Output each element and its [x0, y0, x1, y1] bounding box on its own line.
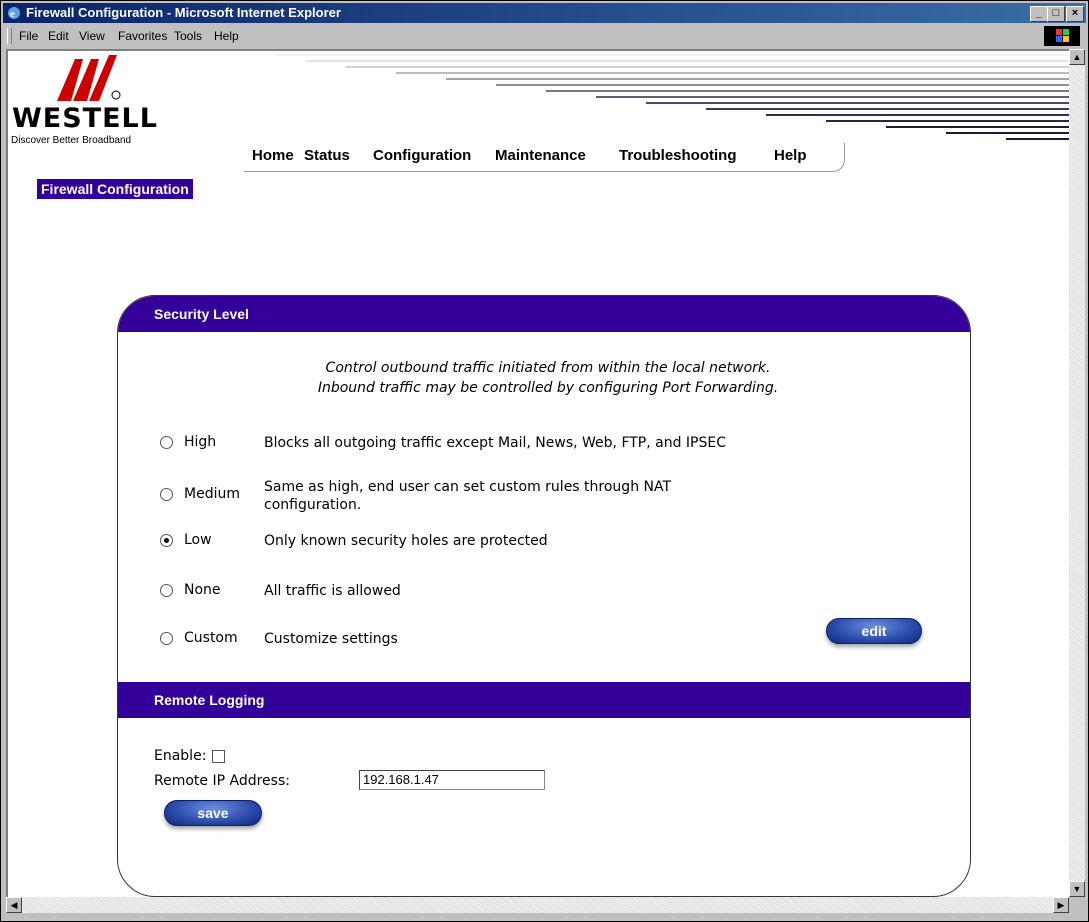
westell-logo-icon: [57, 55, 121, 101]
option-label-medium: Medium: [184, 486, 240, 502]
menu-file[interactable]: File: [19, 29, 38, 43]
intro-line-2: Inbound traffic may be controlled by con…: [317, 380, 779, 396]
security-intro: Control outbound traffic initiated from …: [168, 358, 928, 398]
scroll-up-arrow-icon[interactable]: ▲: [1069, 49, 1085, 65]
svg-text:e: e: [10, 8, 15, 20]
nav-configuration[interactable]: Configuration: [373, 147, 471, 164]
option-desc-low: Only known security holes are protected: [264, 533, 548, 549]
remote-logging-header: Remote Logging: [118, 682, 970, 718]
menu-view[interactable]: View: [79, 29, 105, 43]
option-label-low: Low: [184, 532, 212, 548]
radio-medium[interactable]: [160, 488, 173, 501]
radio-low[interactable]: [160, 534, 173, 547]
menu-tools[interactable]: Tools: [174, 29, 202, 43]
enable-row: Enable:: [154, 748, 226, 764]
page-title: Firewall Configuration: [37, 179, 193, 199]
horizontal-scrollbar[interactable]: ◀ ▶: [6, 897, 1069, 913]
close-button[interactable]: ×: [1066, 6, 1084, 22]
internet-explorer-icon: e: [8, 7, 20, 20]
scroll-right-arrow-icon[interactable]: ▶: [1053, 897, 1069, 913]
brand-tagline: Discover Better Broadband: [11, 135, 132, 146]
scrollbar-corner: [1069, 897, 1085, 913]
option-desc-custom: Customize settings: [264, 631, 398, 647]
radio-custom[interactable]: [160, 632, 173, 645]
nav-status[interactable]: Status: [304, 147, 350, 164]
option-label-none: None: [184, 582, 221, 598]
menu-grip: [7, 28, 12, 44]
radio-none[interactable]: [160, 584, 173, 597]
windows-logo-icon: [1044, 26, 1080, 46]
option-desc-high: Blocks all outgoing traffic except Mail,…: [264, 435, 727, 451]
nav-home[interactable]: Home: [252, 147, 294, 164]
menu-help[interactable]: Help: [214, 29, 239, 43]
intro-line-1: Control outbound traffic initiated from …: [325, 360, 771, 376]
ip-label: Remote IP Address:: [154, 773, 290, 789]
security-level-heading: Security Level: [154, 306, 249, 322]
nav-troubleshooting[interactable]: Troubleshooting: [619, 147, 737, 164]
edit-button[interactable]: edit: [826, 618, 922, 644]
enable-label: Enable:: [154, 748, 207, 764]
title-bar: e Firewall Configuration - Microsoft Int…: [3, 3, 1086, 23]
brand-name: WESTELL: [12, 103, 158, 134]
security-level-header: Security Level: [118, 296, 970, 332]
vertical-scrollbar[interactable]: ▲ ▼: [1069, 49, 1085, 897]
remote-logging-heading: Remote Logging: [154, 692, 265, 708]
option-label-custom: Custom: [184, 630, 238, 646]
menu-favorites[interactable]: Favorites: [118, 29, 167, 43]
firewall-panel: Security Level Control outbound traffic …: [117, 295, 971, 897]
main-nav: Home Status Configuration Maintenance Tr…: [244, 143, 845, 172]
nav-help[interactable]: Help: [774, 147, 807, 164]
option-label-high: High: [184, 434, 217, 450]
window-title: Firewall Configuration - Microsoft Inter…: [26, 5, 341, 20]
menu-bar: File Edit View Favorites Tools Help: [3, 25, 1086, 47]
remote-ip-input[interactable]: [359, 770, 545, 790]
scroll-down-arrow-icon[interactable]: ▼: [1069, 881, 1085, 897]
option-desc-medium: Same as high, end user can set custom ru…: [264, 479, 672, 513]
ip-row: Remote IP Address:: [154, 770, 574, 792]
save-button[interactable]: save: [164, 800, 262, 826]
radio-high[interactable]: [160, 436, 173, 449]
browser-window: e Firewall Configuration - Microsoft Int…: [0, 0, 1089, 922]
maximize-button[interactable]: □: [1047, 6, 1065, 22]
minimize-button[interactable]: _: [1030, 6, 1048, 22]
option-desc-none: All traffic is allowed: [264, 583, 401, 599]
menu-edit[interactable]: Edit: [48, 29, 69, 43]
page-viewport: WESTELL Discover Better Broadband Home S…: [6, 49, 1069, 897]
enable-checkbox[interactable]: [212, 749, 226, 763]
nav-maintenance[interactable]: Maintenance: [495, 147, 586, 164]
scroll-left-arrow-icon[interactable]: ◀: [6, 897, 22, 913]
header-stripes: [276, 54, 1069, 140]
